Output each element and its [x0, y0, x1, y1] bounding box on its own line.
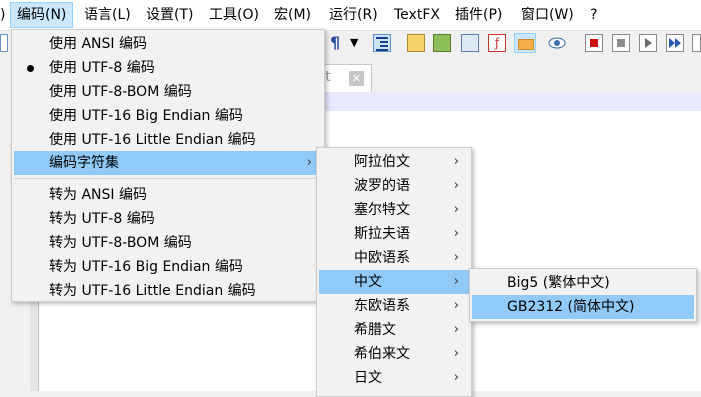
charset-submenu: 阿拉伯文 › 波罗的语 › 塞尔特文 › 斯拉夫语 › 中欧语系 › 中文 › 东欧语系 › …: [316, 147, 472, 397]
chevron-right-icon: ›: [453, 370, 459, 385]
submenu-item-central-european[interactable]: 中欧语系 ›: [319, 246, 469, 270]
save-macro-icon[interactable]: [692, 34, 701, 52]
menu-item-charset[interactable]: 编码字符集 ›: [14, 151, 322, 175]
menu-item-convert-utf8[interactable]: 转为 UTF-8 编码: [14, 207, 322, 231]
menu-item-use-utf16-le[interactable]: 使用 UTF-16 Little Endian 编码: [14, 128, 322, 152]
menubar: ) 编码(N) 语言(L) 设置(T) 工具(O) 宏(M) 运行(R) Tex…: [0, 0, 701, 31]
menu-item-label: 转为 UTF-16 Little Endian 编码: [49, 283, 256, 299]
menu-item-label: 东欧语系: [354, 298, 410, 314]
indent-guide-icon[interactable]: [373, 34, 391, 52]
chevron-right-icon: ›: [453, 298, 459, 313]
play-macro-icon[interactable]: [639, 34, 657, 52]
submenu-item-arabic[interactable]: 阿拉伯文 ›: [319, 150, 469, 174]
run-multiple-icon[interactable]: [666, 34, 684, 52]
menu-item-label: 转为 UTF-8-BOM 编码: [49, 235, 192, 251]
menu-item-label: 中欧语系: [354, 250, 410, 266]
menu-item-use-utf8-bom[interactable]: 使用 UTF-8-BOM 编码: [14, 80, 322, 104]
menu-item-label: 使用 UTF-16 Little Endian 编码: [49, 132, 256, 148]
menu-plugins[interactable]: 插件(P): [449, 3, 508, 27]
menu-tools[interactable]: 工具(O): [203, 3, 265, 27]
submenu-item-eastern-european[interactable]: 东欧语系 ›: [319, 294, 469, 318]
menu-item-convert-utf16-le[interactable]: 转为 UTF-16 Little Endian 编码: [14, 279, 322, 303]
submenu-item-cyrillic[interactable]: 斯拉夫语 ›: [319, 222, 469, 246]
menu-item-label: 转为 ANSI 编码: [49, 187, 147, 203]
menu-settings[interactable]: 设置(T): [140, 3, 199, 27]
menu-item-label: Big5 (繁体中文): [507, 275, 610, 291]
submenu-item-chinese[interactable]: 中文 ›: [319, 270, 469, 294]
chevron-right-icon: ›: [453, 274, 459, 289]
menu-textfx[interactable]: TextFX: [388, 3, 446, 27]
menu-help[interactable]: ?: [584, 3, 603, 27]
menu-item-convert-utf16-be[interactable]: 转为 UTF-16 Big Endian 编码: [14, 255, 322, 279]
menu-language[interactable]: 语言(L): [78, 3, 137, 27]
chevron-right-icon: ›: [453, 346, 459, 361]
menu-item-label: 使用 ANSI 编码: [49, 36, 147, 52]
menu-item-label: 中文: [354, 274, 382, 290]
monitor-icon[interactable]: [548, 34, 566, 52]
menu-item-label: 希腊文: [354, 322, 396, 338]
chevron-right-icon: ›: [453, 250, 459, 265]
menu-item-use-utf8[interactable]: 使用 UTF-8 编码: [14, 56, 322, 80]
submenu-item-big5[interactable]: Big5 (繁体中文): [472, 271, 694, 295]
chevron-right-icon: ›: [453, 154, 459, 169]
menu-item-label: 波罗的语: [354, 178, 410, 194]
menu-macro[interactable]: 宏(M): [268, 3, 317, 27]
menu-item-label: 转为 UTF-8 编码: [49, 211, 155, 227]
menu-item-label: 阿拉伯文: [354, 154, 410, 170]
menu-item-label: 使用 UTF-8-BOM 编码: [49, 84, 192, 100]
chevron-right-icon: ›: [453, 226, 459, 241]
submenu-item-greek[interactable]: 希腊文 ›: [319, 318, 469, 342]
encoding-menu: 使用 ANSI 编码 使用 UTF-8 编码 使用 UTF-8-BOM 编码 使…: [11, 29, 325, 302]
menu-item-label: GB2312 (简体中文): [507, 299, 635, 315]
menu-item-label: 斯拉夫语: [354, 226, 410, 242]
show-all-chars-icon[interactable]: ¶: [330, 34, 348, 52]
chevron-right-icon: ›: [453, 202, 459, 217]
menu-window[interactable]: 窗口(W): [515, 3, 580, 27]
clipboard-icon[interactable]: [461, 34, 479, 52]
menu-item-label: 编码字符集: [49, 155, 119, 171]
menu-item-label: 使用 UTF-16 Big Endian 编码: [49, 108, 243, 124]
submenu-item-baltic[interactable]: 波罗的语 ›: [319, 174, 469, 198]
menu-item-use-utf16-be[interactable]: 使用 UTF-16 Big Endian 编码: [14, 104, 322, 128]
submenu-item-gb2312[interactable]: GB2312 (简体中文): [472, 295, 694, 319]
menu-item-label: 转为 UTF-16 Big Endian 编码: [49, 259, 243, 275]
chevron-right-icon: ›: [453, 178, 459, 193]
menu-encoding[interactable]: 编码(N): [10, 2, 74, 28]
new-file-icon[interactable]: [0, 34, 8, 52]
menu-item-convert-utf8-bom[interactable]: 转为 UTF-8-BOM 编码: [14, 231, 322, 255]
menu-item-label: 塞尔特文: [354, 202, 410, 218]
folder-workspace-icon[interactable]: [514, 33, 536, 53]
chevron-right-icon: ›: [453, 322, 459, 337]
menu-separator: [14, 178, 322, 179]
submenu-item-japanese[interactable]: 日文 ›: [319, 366, 469, 390]
menu-item-label: 使用 UTF-8 编码: [49, 60, 155, 76]
doc-map-icon[interactable]: [433, 34, 451, 52]
chinese-submenu: Big5 (繁体中文) GB2312 (简体中文): [469, 268, 697, 322]
wrap-icon[interactable]: [407, 34, 425, 52]
menu-item-label: 日文: [354, 370, 382, 386]
menu-item-convert-ansi[interactable]: 转为 ANSI 编码: [14, 183, 322, 207]
record-macro-icon[interactable]: [585, 34, 603, 52]
stop-macro-icon[interactable]: [612, 34, 630, 52]
close-icon[interactable]: ✕: [349, 71, 364, 86]
menu-run[interactable]: 运行(R): [323, 3, 384, 27]
function-list-icon[interactable]: ƒ: [488, 34, 506, 52]
submenu-item-hebrew[interactable]: 希伯来文 ›: [319, 342, 469, 366]
submenu-item-celtic[interactable]: 塞尔特文 ›: [319, 198, 469, 222]
dropdown-arrow-icon[interactable]: ▼: [350, 34, 368, 52]
menu-item-use-ansi[interactable]: 使用 ANSI 编码: [14, 32, 322, 56]
menu-item-label: 希伯来文: [354, 346, 410, 362]
checked-dot-icon: [27, 65, 34, 72]
chevron-right-icon: ›: [306, 155, 312, 170]
